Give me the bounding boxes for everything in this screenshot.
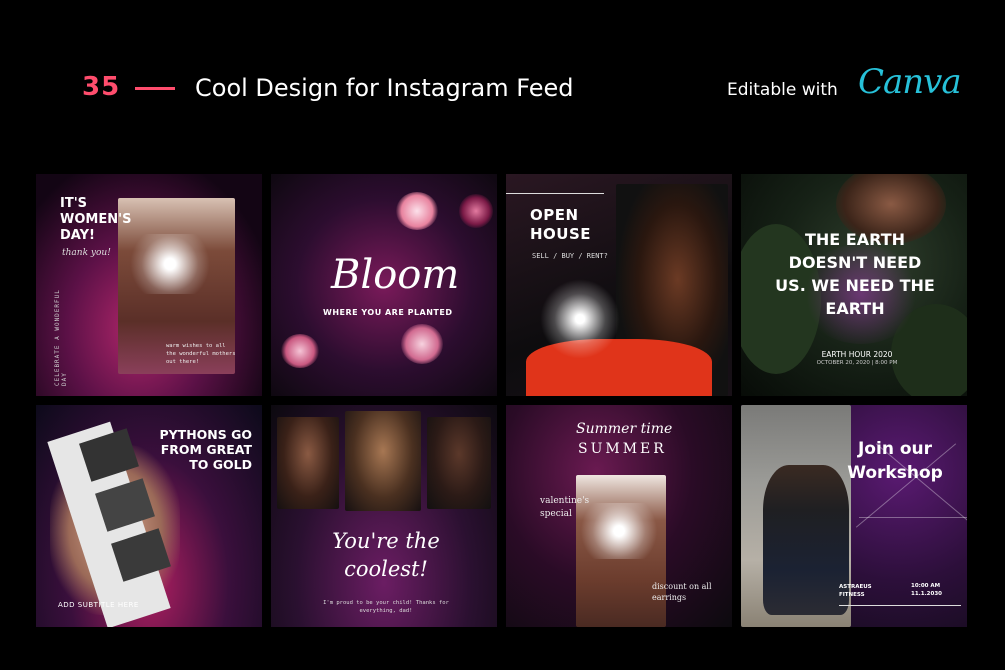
event-date: 11.1.2030	[911, 591, 942, 597]
editable-label: Editable with	[727, 80, 838, 100]
tile-script: thank you!	[62, 248, 111, 258]
frame-right	[427, 417, 491, 509]
person-shape	[763, 465, 849, 615]
tile-subtitle: SELL / BUY / RENT?	[532, 252, 608, 260]
tile-script: Summer time	[576, 421, 673, 437]
studio-name: ASTRAEUS FITNESS	[839, 584, 872, 598]
tile-heading: PYTHONS GO FROM GREAT TO GOLD	[159, 427, 252, 472]
template-tile-pythons[interactable]: PYTHONS GO FROM GREAT TO GOLD ADD SUBTIT…	[36, 405, 262, 627]
template-tile-coolest[interactable]: You're the coolest! I'm proud to be your…	[271, 405, 497, 627]
page-title: Cool Design for Instagram Feed	[195, 74, 574, 102]
tile-subtitle: ADD SUBTITLE HERE	[58, 601, 139, 609]
tile-heading: Join our Workshop	[847, 439, 943, 483]
flower-3	[401, 324, 443, 364]
template-tile-workshop[interactable]: Join our Workshop ASTRAEUS FITNESS 10:00…	[741, 405, 967, 627]
template-tile-womens-day[interactable]: IT'S WOMEN'S DAY! thank you! CELEBRATE A…	[36, 174, 262, 396]
tile-heading: You're the coolest!	[332, 529, 440, 581]
tile-heading: IT'S WOMEN'S DAY!	[60, 196, 132, 243]
header: 35 Cool Design for Instagram Feed Editab…	[0, 0, 1005, 170]
divider-dash	[135, 87, 175, 90]
template-tile-bloom[interactable]: Bloom WHERE YOU ARE PLANTED	[271, 174, 497, 396]
template-count: 35	[82, 72, 121, 102]
flower-2	[281, 334, 319, 368]
event-date: OCTOBER 20, 2020 | 8:00 PM	[816, 360, 898, 366]
tile-note: warm wishes to all the wonderful mothers…	[166, 343, 236, 365]
tile-subtitle: WHERE YOU ARE PLANTED	[323, 308, 453, 317]
top-line	[506, 193, 604, 194]
flower-4	[459, 194, 493, 228]
template-tile-summer[interactable]: Summer time SUMMER valentine's special d…	[506, 405, 732, 627]
tile-side-text: CELEBRATE A WONDERFUL DAY	[54, 289, 68, 386]
tile-heading: SUMMER	[578, 441, 667, 457]
template-tile-open-house[interactable]: OPEN HOUSE SELL / BUY / RENT?	[506, 174, 732, 396]
flower-cluster	[540, 279, 620, 359]
tile-heading: THE EARTH DOESN'T NEED US. WE NEED THE E…	[775, 230, 935, 318]
frame-left	[277, 417, 339, 509]
template-grid: IT'S WOMEN'S DAY! thank you! CELEBRATE A…	[36, 174, 969, 629]
tile-note: I'm proud to be your child! Thanks for e…	[323, 600, 449, 614]
canva-logo: Canva	[858, 62, 962, 102]
template-tile-earth[interactable]: THE EARTH DOESN'T NEED US. WE NEED THE E…	[741, 174, 967, 396]
event-name: EARTH HOUR 2020	[821, 350, 893, 359]
tile-heading: Bloom	[331, 252, 460, 298]
tile-left-text: valentine's special	[540, 496, 590, 519]
line-horizontal	[859, 517, 967, 518]
frame-center	[345, 411, 421, 511]
tile-right-text: discount on all earrings	[652, 582, 712, 602]
event-time: 10:00 AM	[911, 583, 941, 589]
flower-1	[396, 192, 438, 230]
tile-heading: OPEN HOUSE	[530, 206, 592, 243]
bottom-line	[839, 605, 961, 606]
